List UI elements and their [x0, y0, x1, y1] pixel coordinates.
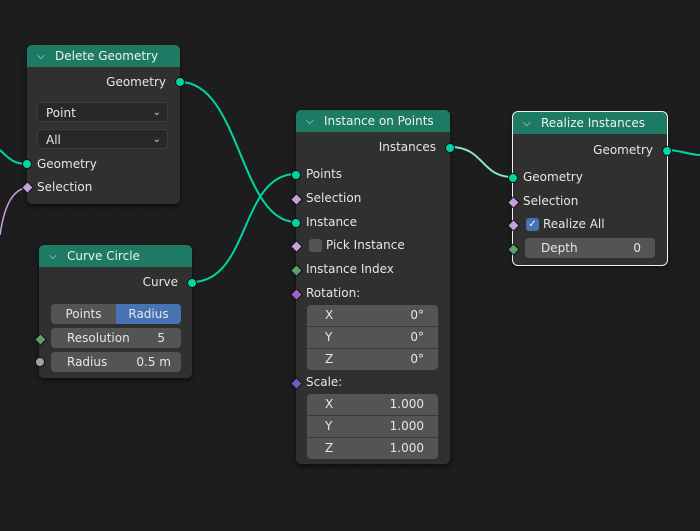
input-geometry-label: Geometry: [37, 157, 97, 171]
input-geometry-socket[interactable]: [508, 173, 518, 183]
input-points-socket[interactable]: [291, 170, 301, 180]
axis-label: Z: [325, 441, 334, 455]
output-geometry-label: Geometry: [106, 75, 166, 89]
realize-all-checkbox[interactable]: ✓: [526, 218, 539, 231]
chevron-down-icon: ⌄: [152, 134, 161, 145]
output-instances-label: Instances: [378, 140, 436, 154]
mode-radius-button[interactable]: Radius: [116, 304, 181, 324]
rotation-x-field[interactable]: X 0°: [307, 305, 438, 327]
output-curve-label: Curve: [142, 275, 178, 289]
input-geometry-socket[interactable]: [22, 159, 32, 169]
input-selection-label: Selection: [523, 194, 579, 208]
axis-value: 0°: [410, 352, 424, 366]
link-offscreen-selection: [0, 186, 28, 236]
mode-toggle[interactable]: Points Radius: [51, 304, 181, 324]
output-geometry-label: Geometry: [593, 143, 653, 157]
chevron-down-icon[interactable]: ⌵: [306, 116, 320, 127]
instance-on-points-header[interactable]: ⌵ Instance on Points: [296, 110, 450, 132]
realize-instances-node[interactable]: ⌵ Realize Instances Geometry Geometry Se…: [507, 111, 672, 266]
input-selection-label: Selection: [306, 191, 362, 205]
rotation-y-field[interactable]: Y 0°: [307, 327, 438, 349]
node-title: Delete Geometry: [55, 49, 159, 63]
pick-instance-checkbox[interactable]: [309, 239, 322, 252]
realize-instances-header[interactable]: ⌵ Realize Instances: [513, 112, 667, 134]
scale-y-field[interactable]: Y 1.000: [307, 416, 438, 438]
scale-z-field[interactable]: Z 1.000: [307, 438, 438, 459]
curve-circle-header[interactable]: ⌵ Curve Circle: [39, 245, 192, 267]
chevron-down-icon[interactable]: ⌵: [523, 118, 537, 129]
resolution-field[interactable]: Resolution 5: [51, 328, 181, 348]
scale-vector-field[interactable]: X 1.000 Y 1.000 Z 1.000: [307, 394, 438, 459]
node-title: Realize Instances: [541, 116, 645, 130]
mode-dropdown[interactable]: All ⌄: [37, 129, 168, 149]
input-selection-label: Selection: [37, 180, 93, 194]
output-geometry-socket[interactable]: [175, 77, 185, 87]
axis-label: X: [325, 308, 334, 322]
depth-field[interactable]: Depth 0: [525, 238, 655, 258]
mode-points-button[interactable]: Points: [51, 304, 116, 324]
domain-value: Point: [46, 106, 76, 120]
output-curve-socket[interactable]: [187, 278, 197, 288]
axis-value: 1.000: [389, 397, 424, 411]
chevron-down-icon: ⌄: [152, 107, 161, 118]
delete-geometry-node[interactable]: ⌵ Delete Geometry Geometry Point ⌄ All ⌄…: [21, 45, 185, 204]
axis-value: 0°: [410, 330, 424, 344]
chevron-down-icon[interactable]: ⌵: [49, 251, 63, 262]
node-title: Curve Circle: [67, 249, 140, 263]
realize-all-label: Realize All: [543, 217, 605, 231]
instance-index-label: Instance Index: [306, 262, 394, 276]
radius-socket[interactable]: [35, 357, 45, 367]
depth-value: 0: [633, 241, 641, 255]
mode-value: All: [46, 133, 61, 147]
radius-value: 0.5 m: [136, 355, 171, 369]
delete-geometry-header[interactable]: ⌵ Delete Geometry: [27, 45, 180, 67]
radius-field[interactable]: Radius 0.5 m: [51, 352, 181, 372]
axis-value: 1.000: [389, 441, 424, 455]
link-instances-to-realize: [449, 146, 514, 178]
axis-value: 1.000: [389, 419, 424, 433]
scale-label: Scale:: [306, 375, 343, 389]
output-geometry-socket[interactable]: [662, 146, 672, 156]
node-title: Instance on Points: [324, 114, 434, 128]
rotation-vector-field[interactable]: X 0° Y 0° Z 0°: [307, 305, 438, 370]
domain-dropdown[interactable]: Point ⌄: [37, 102, 168, 122]
axis-label: Y: [325, 419, 333, 433]
axis-value: 0°: [410, 308, 424, 322]
rotation-label: Rotation:: [306, 286, 361, 300]
instance-on-points-node[interactable]: ⌵ Instance on Points Instances Points Se…: [290, 110, 455, 464]
curve-circle-node[interactable]: ⌵ Curve Circle Curve Points Radius Resol…: [34, 245, 197, 378]
input-points-label: Points: [306, 167, 343, 181]
input-instance-label: Instance: [306, 215, 358, 229]
link-delete-geometry-to-instance: [179, 81, 297, 223]
axis-label: Z: [325, 352, 334, 366]
axis-label: Y: [325, 330, 333, 344]
pick-instance-label: Pick Instance: [326, 238, 405, 252]
resolution-value: 5: [157, 331, 165, 345]
axis-label: X: [325, 397, 334, 411]
input-instance-socket[interactable]: [291, 218, 301, 228]
output-instances-socket[interactable]: [445, 143, 455, 153]
link-curve-to-points: [191, 173, 297, 283]
scale-x-field[interactable]: X 1.000: [307, 394, 438, 416]
input-geometry-label: Geometry: [523, 170, 583, 184]
chevron-down-icon[interactable]: ⌵: [37, 51, 51, 62]
rotation-z-field[interactable]: Z 0°: [307, 349, 438, 370]
